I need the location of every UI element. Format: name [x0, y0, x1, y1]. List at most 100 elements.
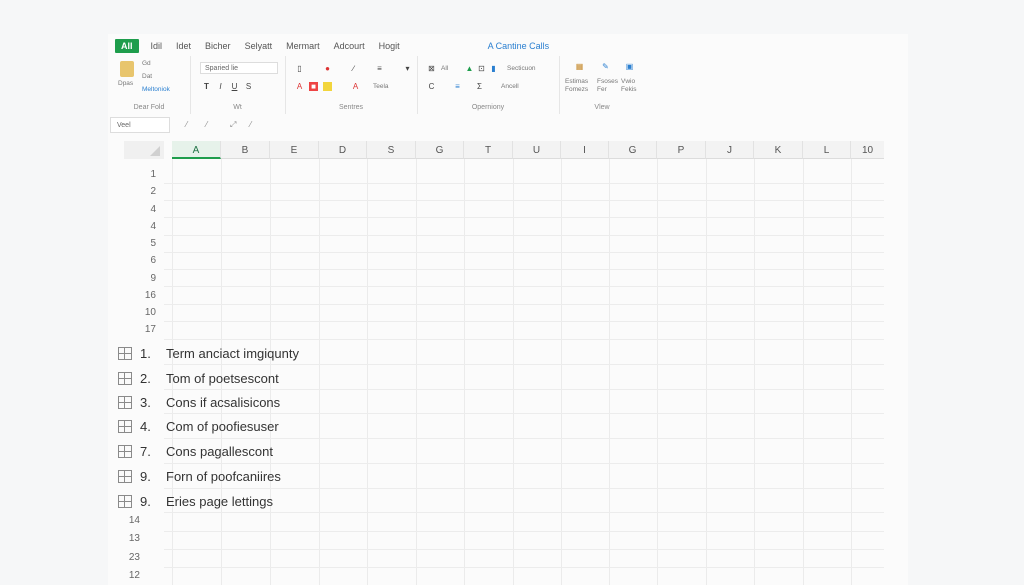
row-header[interactable]: 14	[108, 515, 140, 526]
triangle-icon[interactable]: ▲	[465, 64, 474, 73]
column-header-g[interactable]: T	[464, 141, 513, 159]
column-header-e[interactable]: S	[367, 141, 416, 159]
confirm-icon[interactable]: ⁄	[206, 120, 207, 129]
underline-icon[interactable]: U	[230, 82, 239, 91]
row-header[interactable]: 2	[124, 183, 164, 200]
name-box[interactable]: Veel	[110, 117, 170, 133]
styles-icon[interactable]: ✎	[601, 62, 610, 71]
column-header-i[interactable]: I	[561, 141, 609, 159]
tab-tell-me[interactable]: A Cantine Calls	[488, 41, 550, 51]
column-header-f[interactable]: G	[416, 141, 464, 159]
number-group: ⊠ All ▲ ⊡ ▮ Secticuon C ≡ Σ Ancell Opern…	[417, 56, 560, 114]
paste-label[interactable]: Dpas	[118, 80, 133, 87]
formats-icon[interactable]: ▦	[575, 62, 584, 71]
function-icon[interactable]: ⁄	[250, 120, 251, 129]
percent-icon[interactable]: ⊠	[427, 64, 436, 73]
text-color-icon[interactable]: A	[351, 82, 360, 91]
tab-insert[interactable]: Idet	[176, 41, 191, 51]
list-item[interactable]: 7. Cons pagallescont	[118, 440, 273, 462]
row-header[interactable]: 9	[124, 270, 164, 287]
row-header[interactable]: 4	[124, 218, 164, 235]
highlight-icon[interactable]: ■	[309, 82, 318, 91]
currency-icon[interactable]: C	[427, 82, 436, 91]
tab-help[interactable]: Hogit	[379, 41, 400, 51]
section-button[interactable]: Secticuon	[507, 65, 536, 72]
bold-icon[interactable]: T	[202, 82, 211, 91]
alignment-group-label: Sentres	[338, 104, 364, 111]
item-label: Cons pagallescont	[166, 443, 273, 459]
column-header-b[interactable]: B	[221, 141, 270, 159]
column-header-d[interactable]: D	[319, 141, 367, 159]
column-header-c[interactable]: E	[270, 141, 319, 159]
pen-icon[interactable]: ∕	[349, 64, 358, 73]
item-label: Forn of poofcaniires	[166, 468, 281, 484]
decimal-icon[interactable]: ⊡	[477, 64, 486, 73]
table-icon	[118, 494, 132, 508]
column-header-m[interactable]: K	[754, 141, 803, 159]
sigma-icon[interactable]: Σ	[475, 82, 484, 91]
tab-formulas[interactable]: Selyatt	[245, 41, 273, 51]
item-label: Com of poofiesuser	[166, 418, 279, 434]
paste-icon[interactable]	[120, 61, 134, 77]
row-header[interactable]: 16	[124, 287, 164, 304]
copy-button[interactable]: Dat	[142, 73, 152, 80]
list-item[interactable]: 1. Term anciact imgiqunty	[118, 342, 299, 364]
row-header[interactable]: 13	[108, 533, 140, 544]
italic-icon[interactable]: I	[216, 82, 225, 91]
tab-file[interactable]: All	[115, 39, 139, 53]
column-header-a[interactable]: A	[172, 141, 221, 159]
item-number: 3.	[140, 394, 151, 410]
list-item[interactable]: 3. Cons if acsalisicons	[118, 391, 280, 413]
clipboard-group: Dpas Gd Dat Meltoniok Dear Fold	[108, 56, 191, 114]
list-item[interactable]: 2. Tom of poetsescont	[118, 367, 279, 389]
font-name-select[interactable]: Sparied lie	[200, 62, 278, 74]
wrap-text-button[interactable]: Teela	[373, 83, 389, 90]
clipboard-group-label: Dear Fold	[133, 104, 165, 111]
number-all-button[interactable]: All	[441, 65, 448, 72]
row-header[interactable]: 4	[124, 201, 164, 218]
column-header-j[interactable]: G	[609, 141, 657, 159]
font-color-icon[interactable]: A	[295, 82, 304, 91]
column-header-l[interactable]: J	[706, 141, 754, 159]
column-header-k[interactable]: P	[657, 141, 706, 159]
list-item[interactable]: 9. Forn of poofcaniires	[118, 465, 281, 487]
yellow-fill-icon[interactable]	[323, 82, 332, 91]
cancel-icon[interactable]: ⁄	[186, 120, 187, 129]
row-header[interactable]: 5	[124, 235, 164, 252]
column-header-h[interactable]: U	[513, 141, 561, 159]
tab-edit[interactable]: Idil	[151, 41, 163, 51]
item-number: 9.	[140, 493, 151, 509]
accent-button[interactable]: Ancell	[501, 83, 519, 90]
table-icon	[118, 395, 132, 409]
align-left-icon[interactable]: ≡	[375, 64, 384, 73]
row-header[interactable]: 10	[124, 304, 164, 321]
select-all-corner[interactable]	[124, 141, 164, 159]
tab-data[interactable]: Mermart	[286, 41, 320, 51]
view-icon[interactable]: ▣	[625, 62, 634, 71]
list-item[interactable]: 9. Eries page lettings	[118, 490, 273, 512]
vwio-button[interactable]: Vwio Fekis	[621, 78, 645, 94]
tab-layout[interactable]: Bicher	[205, 41, 231, 51]
border-icon[interactable]: ▯	[295, 64, 304, 73]
row-header[interactable]: 12	[108, 570, 140, 581]
fill-color-icon[interactable]: ●	[323, 64, 332, 73]
row-header[interactable]: 1	[124, 166, 164, 183]
strikethrough-icon[interactable]: S	[244, 82, 253, 91]
table-icon	[118, 444, 132, 458]
formats-button[interactable]: Estimas Fomezs	[565, 78, 595, 94]
row-header[interactable]: 6	[124, 252, 164, 269]
cut-button[interactable]: Gd	[142, 60, 151, 67]
underline-blue-icon[interactable]: ≡	[453, 82, 462, 91]
expand-icon[interactable]: ⤢	[230, 120, 236, 130]
tab-review[interactable]: Adcourt	[334, 41, 365, 51]
chart-icon[interactable]: ▮	[489, 64, 498, 73]
dropdown-icon[interactable]: ▾	[403, 64, 412, 73]
column-header-n[interactable]: L	[803, 141, 851, 159]
column-header-o[interactable]: 10	[851, 141, 884, 159]
format-painter-button[interactable]: Meltoniok	[142, 86, 170, 93]
list-item[interactable]: 4. Com of poofiesuser	[118, 415, 279, 437]
row-header[interactable]: 17	[124, 321, 164, 338]
styles-button[interactable]: Fsoses Fer	[597, 78, 621, 94]
item-label: Tom of poetsescont	[166, 370, 279, 386]
row-header[interactable]: 23	[108, 552, 140, 563]
